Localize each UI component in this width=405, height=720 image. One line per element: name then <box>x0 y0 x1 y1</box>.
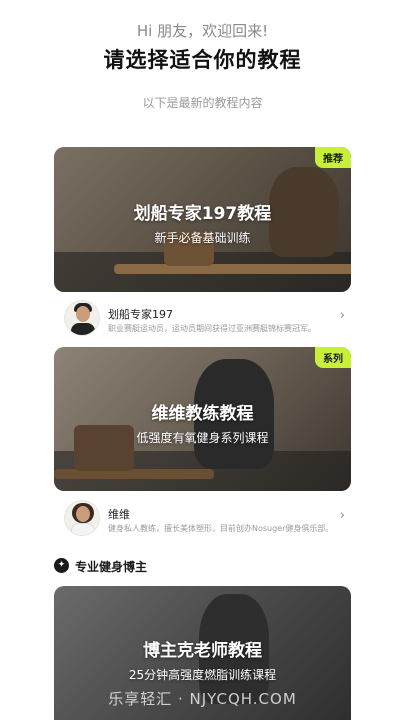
coach-name: 维维 <box>108 508 130 521</box>
greeting-text: Hi 朋友，欢迎回来! <box>136 22 269 40</box>
page-subtitle: 以下是最新的教程内容 <box>142 96 263 110</box>
coach-description: 健身私人教练，擅长美体塑形，目前创办Nosuger健身俱乐部。 <box>108 524 328 533</box>
page-title: 请选择适合你的教程 <box>103 48 302 72</box>
recommend-badge: 推荐 <box>315 147 351 168</box>
course-title: 划船专家197教程 <box>133 204 272 224</box>
section-title: 专业健身博主 <box>75 560 148 574</box>
chevron-right-icon[interactable]: › <box>340 508 345 523</box>
coach-avatar <box>64 500 100 536</box>
course-card-overlay: 维维教练教程 低强度有氧健身系列课程 <box>54 399 351 446</box>
coach-row-weiwei[interactable]: 维维 健身私人教练，擅长美体塑形，目前创办Nosuger健身俱乐部。 › <box>54 498 351 542</box>
series-badge: 系列 <box>315 347 351 368</box>
rowing-machine-image <box>114 264 351 274</box>
course-subtitle: 低强度有氧健身系列课程 <box>136 431 269 445</box>
course-card-overlay: 划船专家197教程 新手必备基础训练 <box>54 199 351 246</box>
coach-description: 职业赛艇运动员，运动员期间获得过亚洲赛艇锦标赛冠军。 <box>108 324 316 333</box>
course-card-rowing[interactable]: 划船专家197教程 新手必备基础训练 推荐 <box>54 147 351 292</box>
course-card-weiwei[interactable]: 维维教练教程 低强度有氧健身系列课程 系列 <box>54 347 351 491</box>
chevron-right-icon[interactable]: › <box>340 308 345 323</box>
course-title: 博主克老师教程 <box>143 641 262 661</box>
course-title: 维维教练教程 <box>151 404 254 424</box>
fitness-blogger-icon: ✦ <box>54 558 69 573</box>
course-subtitle: 25分钟高强度燃脂训练课程 <box>128 668 277 682</box>
course-card-overlay: 博主克老师教程 25分钟高强度燃脂训练课程 <box>54 636 351 683</box>
watermark-text: 乐享轻汇 · NJYCQH.COM <box>108 690 297 708</box>
coach-row-rowing[interactable]: 划船专家197 职业赛艇运动员，运动员期间获得过亚洲赛艇锦标赛冠军。 › <box>54 298 351 342</box>
course-subtitle: 新手必备基础训练 <box>154 231 251 245</box>
coach-name: 划船专家197 <box>108 308 173 321</box>
coach-avatar <box>64 300 100 336</box>
